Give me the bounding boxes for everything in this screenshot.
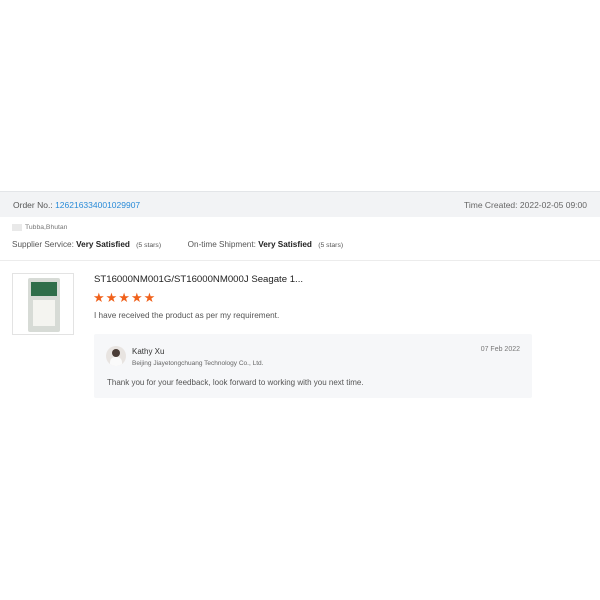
on-time-shipment-label: On-time Shipment: xyxy=(187,240,256,249)
supplier-service-label: Supplier Service: xyxy=(12,240,74,249)
buyer-location-row: Tubba,Bhutan xyxy=(12,224,67,231)
product-title[interactable]: ST16000NM001G/ST16000NM000J Seagate 1... xyxy=(94,274,303,285)
replier-company: Beijing Jiayetongchuang Technology Co., … xyxy=(132,360,264,367)
reply-text: Thank you for your feedback, look forwar… xyxy=(107,378,364,387)
on-time-shipment-value: Very Satisfied xyxy=(258,240,312,249)
product-thumbnail[interactable] xyxy=(12,273,74,335)
supplier-reply-box: Kathy Xu Beijing Jiayetongchuang Technol… xyxy=(94,334,532,398)
order-number-label: Order No.: xyxy=(13,199,53,210)
on-time-shipment-stars: (5 stars) xyxy=(318,242,344,249)
replier-name: Kathy Xu xyxy=(132,347,165,356)
buyer-location: Tubba,Bhutan xyxy=(25,224,68,231)
avatar xyxy=(106,346,126,366)
time-created: Time Created: 2022-02-05 09:00 xyxy=(463,199,587,210)
order-number-link[interactable]: 126216334001029907 xyxy=(55,200,140,210)
product-rating-stars: ★★★★★ xyxy=(93,290,157,305)
order-number-row: Order No.: 126216334001029907 xyxy=(13,200,140,210)
supplier-service-stars: (5 stars) xyxy=(136,242,162,249)
country-flag-icon xyxy=(12,224,22,231)
hard-drive-image xyxy=(28,278,60,332)
ratings-row: Supplier Service: Very Satisfied (5 star… xyxy=(12,240,343,249)
supplier-service-value: Very Satisfied xyxy=(76,240,130,249)
reply-date: 07 Feb 2022 xyxy=(480,346,520,353)
order-header-bar: Order No.: 126216334001029907 Time Creat… xyxy=(0,191,600,217)
divider xyxy=(0,260,600,261)
review-text: I have received the product as per my re… xyxy=(94,311,280,320)
